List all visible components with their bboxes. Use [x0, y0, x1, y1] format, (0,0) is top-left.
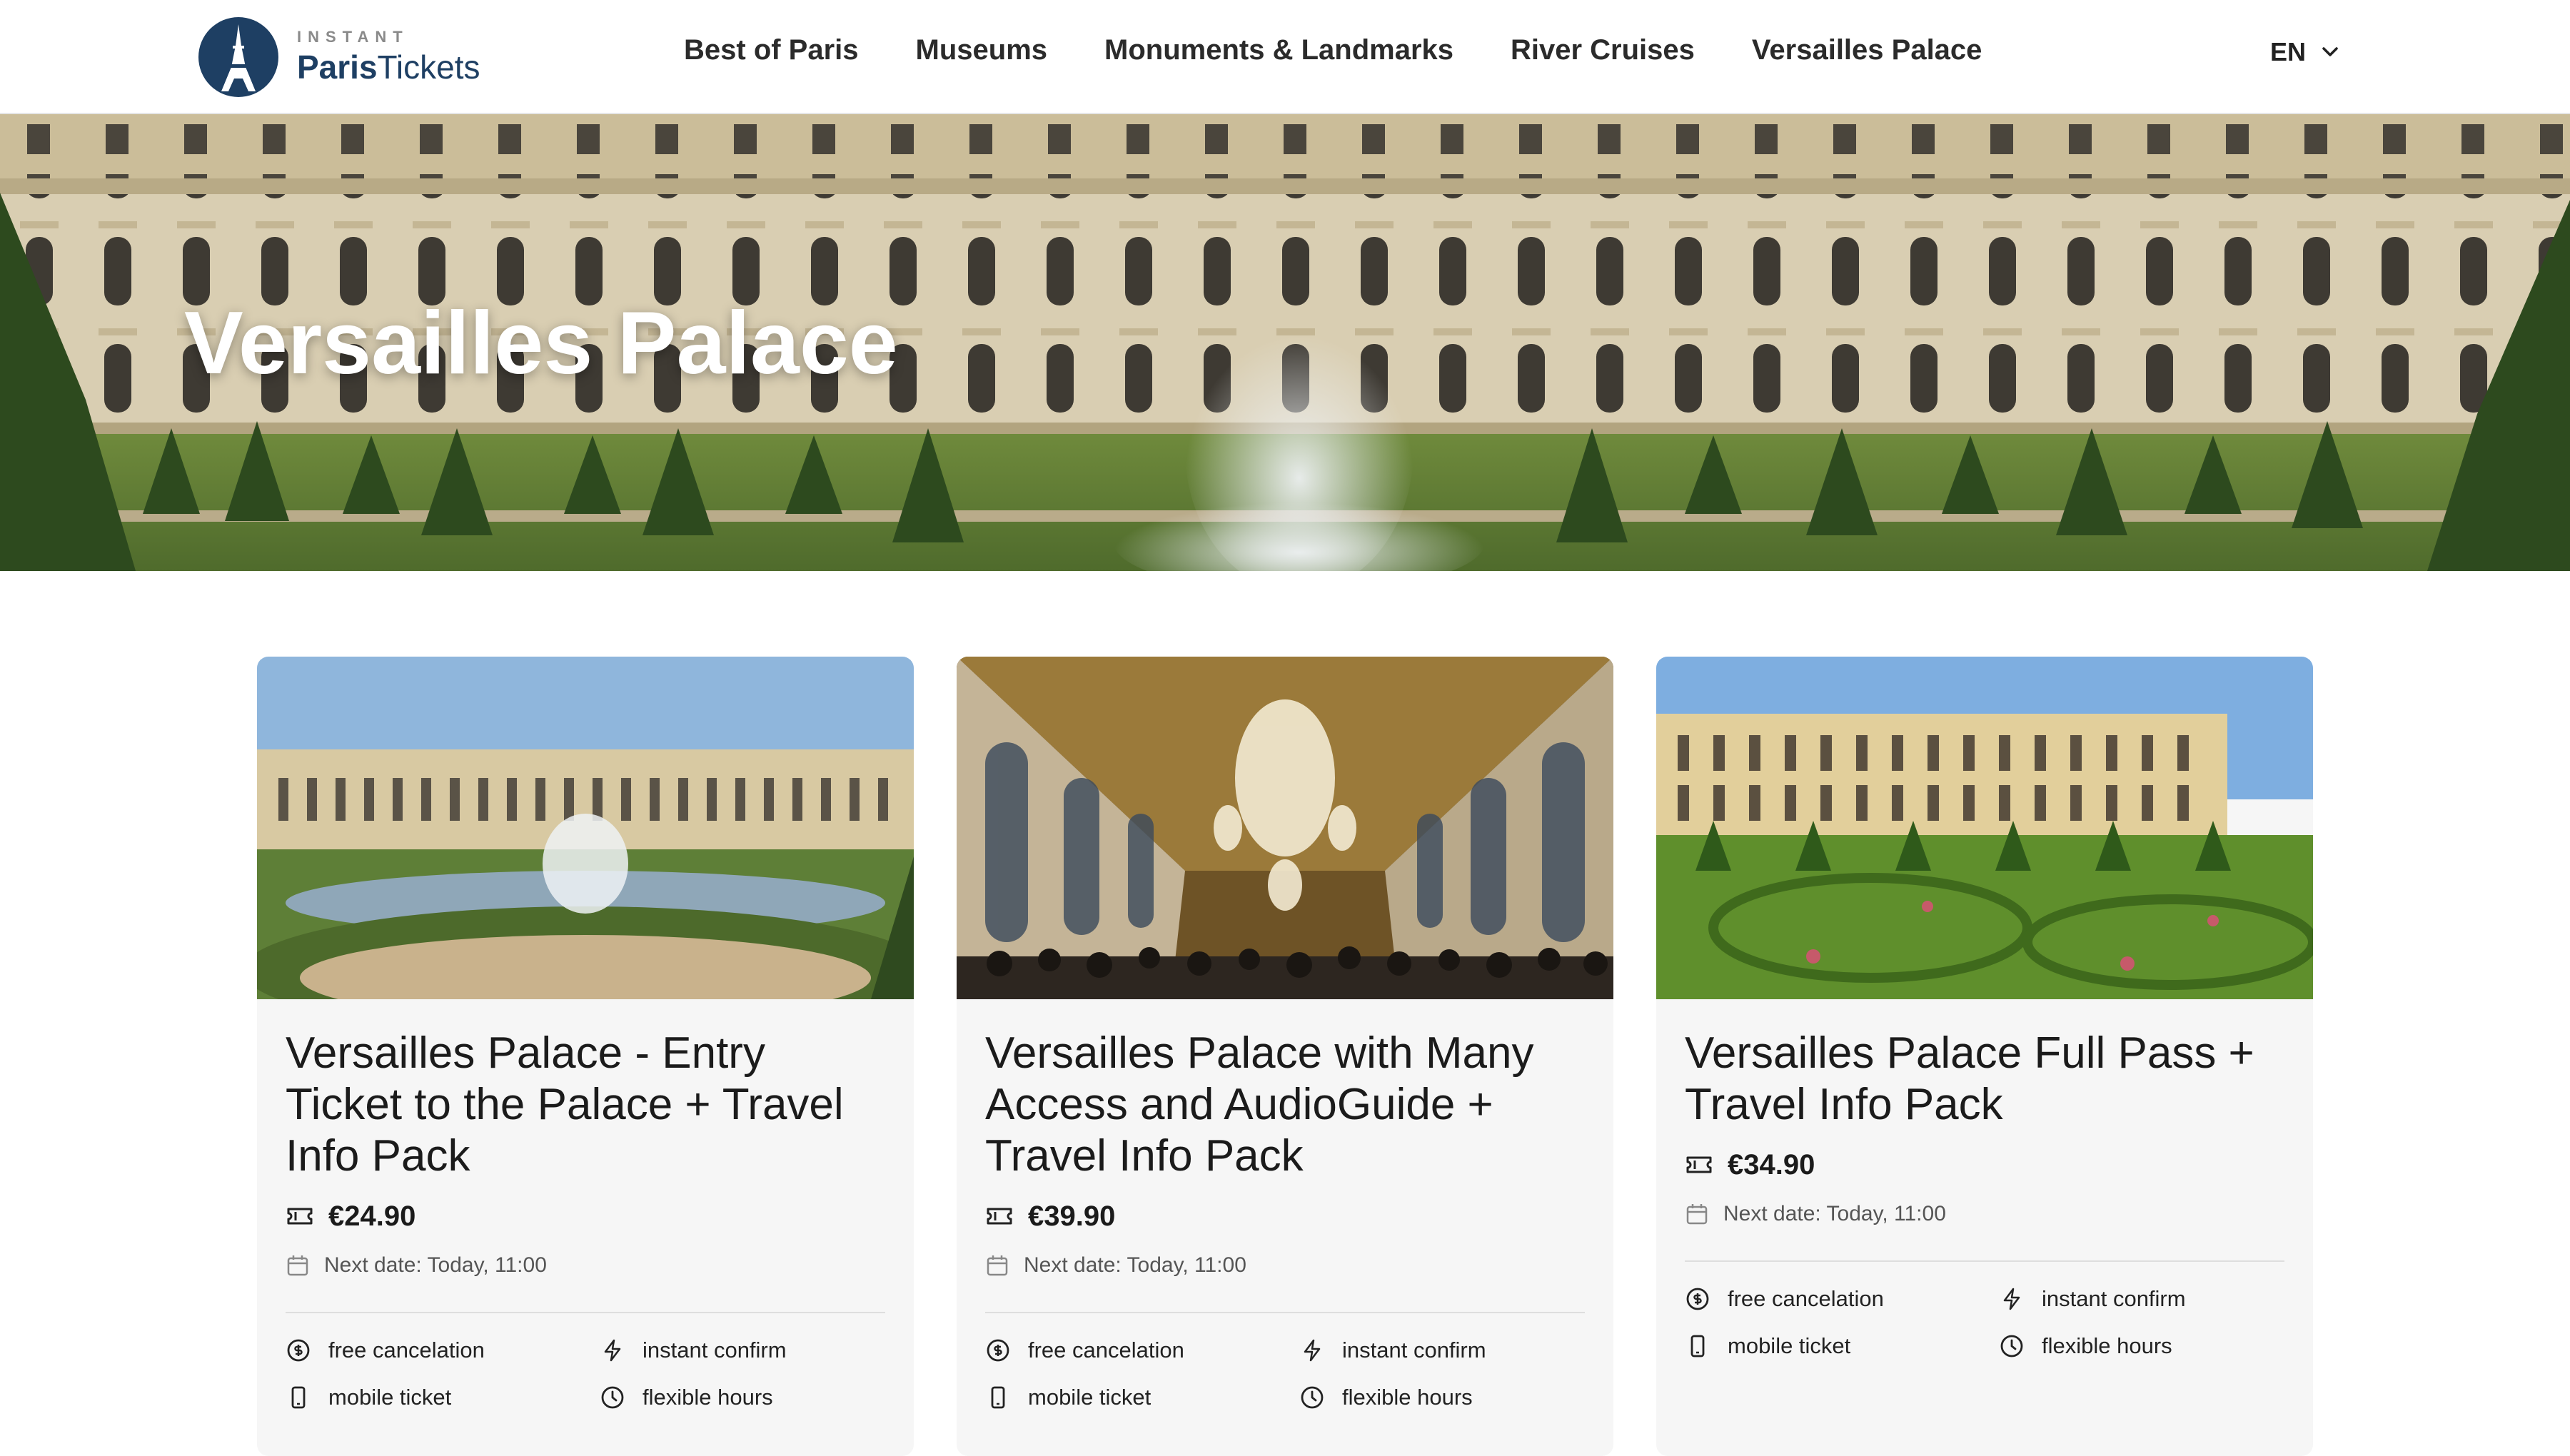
- feature-label: free cancelation: [1028, 1338, 1184, 1363]
- ticket-icon: [1685, 1151, 1713, 1179]
- feature-list: free cancelation instant confirm mobile …: [286, 1335, 885, 1413]
- main-nav: Best of Paris Museums Monuments & Landma…: [684, 34, 1982, 66]
- feature-label: flexible hours: [642, 1385, 773, 1410]
- feature-item: free cancelation: [1685, 1283, 1999, 1315]
- product-image[interactable]: [957, 657, 1613, 999]
- price-row: €39.90: [985, 1196, 1585, 1236]
- lightning-icon: [1299, 1338, 1325, 1363]
- feature-label: instant confirm: [642, 1338, 787, 1363]
- feature-label: free cancelation: [328, 1338, 485, 1363]
- feature-item: instant confirm: [600, 1335, 885, 1366]
- chevron-down-icon: [2320, 42, 2340, 62]
- site-logo[interactable]: INSTANT ParisTickets: [198, 16, 480, 98]
- product-title[interactable]: Versailles Palace with Many Access and A…: [985, 1028, 1585, 1182]
- feature-item: free cancelation: [286, 1335, 600, 1366]
- dollar-circle-icon: [286, 1338, 311, 1363]
- feature-item: free cancelation: [985, 1335, 1299, 1366]
- logo-tagline: INSTANT: [297, 28, 409, 46]
- logo-text: INSTANT ParisTickets: [297, 28, 480, 86]
- product-title[interactable]: Versailles Palace - Entry Ticket to the …: [286, 1028, 885, 1182]
- dollar-circle-icon: [985, 1338, 1011, 1363]
- feature-item: flexible hours: [600, 1382, 885, 1413]
- feature-label: instant confirm: [1342, 1338, 1486, 1363]
- dollar-circle-icon: [1685, 1286, 1710, 1312]
- feature-label: flexible hours: [2042, 1333, 2172, 1358]
- date-row: Next date: Today, 11:00: [1685, 1196, 2284, 1232]
- product-card[interactable]: Versailles Palace Full Pass + Travel Inf…: [1656, 657, 2313, 1456]
- nav-versailles-palace[interactable]: Versailles Palace: [1752, 34, 1982, 66]
- hero-title: Versailles Palace: [184, 294, 898, 393]
- calendar-icon: [985, 1253, 1009, 1278]
- logo-word-light: Tickets: [377, 49, 480, 86]
- lightning-icon: [600, 1338, 625, 1363]
- nav-river-cruises[interactable]: River Cruises: [1511, 34, 1695, 66]
- product-card[interactable]: Versailles Palace with Many Access and A…: [957, 657, 1613, 1456]
- logo-wordmark: ParisTickets: [297, 48, 480, 86]
- lightning-icon: [1999, 1286, 2025, 1312]
- product-price: €39.90: [1028, 1200, 1116, 1232]
- nav-museums[interactable]: Museums: [916, 34, 1048, 66]
- nav-best-of-paris[interactable]: Best of Paris: [684, 34, 859, 66]
- feature-item: instant confirm: [1299, 1335, 1585, 1366]
- date-row: Next date: Today, 11:00: [985, 1248, 1585, 1283]
- product-price: €24.90: [328, 1200, 416, 1232]
- product-card[interactable]: Versailles Palace - Entry Ticket to the …: [257, 657, 914, 1456]
- feature-item: instant confirm: [1999, 1283, 2284, 1315]
- phone-icon: [985, 1385, 1011, 1410]
- ticket-icon: [985, 1202, 1014, 1230]
- calendar-icon: [286, 1253, 310, 1278]
- card-body: Versailles Palace with Many Access and A…: [985, 1028, 1585, 1413]
- clock-icon: [1999, 1333, 2025, 1359]
- feature-label: mobile ticket: [1028, 1385, 1152, 1410]
- clock-icon: [600, 1385, 625, 1410]
- feature-list: free cancelation instant confirm mobile …: [1685, 1283, 2284, 1362]
- next-date: Next date: Today, 11:00: [1024, 1253, 1246, 1277]
- feature-label: instant confirm: [2042, 1286, 2186, 1311]
- phone-icon: [1685, 1333, 1710, 1359]
- feature-item: mobile ticket: [985, 1382, 1299, 1413]
- feature-item: mobile ticket: [1685, 1330, 1999, 1362]
- divider: [286, 1312, 885, 1313]
- next-date: Next date: Today, 11:00: [1723, 1202, 1946, 1225]
- next-date: Next date: Today, 11:00: [324, 1253, 547, 1277]
- product-image[interactable]: [1656, 657, 2313, 999]
- feature-label: free cancelation: [1728, 1286, 1884, 1311]
- card-body: Versailles Palace - Entry Ticket to the …: [286, 1028, 885, 1413]
- feature-item: flexible hours: [1299, 1382, 1585, 1413]
- feature-label: mobile ticket: [1728, 1333, 1851, 1358]
- nav-monuments-landmarks[interactable]: Monuments & Landmarks: [1104, 34, 1453, 66]
- language-selector[interactable]: EN: [2270, 37, 2340, 67]
- divider: [985, 1312, 1585, 1313]
- product-price: €34.90: [1728, 1148, 1815, 1181]
- site-header: INSTANT ParisTickets Best of Paris Museu…: [0, 0, 2570, 114]
- calendar-icon: [1685, 1202, 1709, 1226]
- price-row: €34.90: [1685, 1145, 2284, 1185]
- phone-icon: [286, 1385, 311, 1410]
- divider: [1685, 1260, 2284, 1262]
- product-image[interactable]: [257, 657, 914, 999]
- hero-banner: Versailles Palace: [0, 114, 2570, 571]
- product-title[interactable]: Versailles Palace Full Pass + Travel Inf…: [1685, 1028, 2284, 1131]
- date-row: Next date: Today, 11:00: [286, 1248, 885, 1283]
- feature-list: free cancelation instant confirm mobile …: [985, 1335, 1585, 1413]
- logo-word-bold: Paris: [297, 49, 378, 86]
- card-body: Versailles Palace Full Pass + Travel Inf…: [1685, 1028, 2284, 1362]
- feature-label: flexible hours: [1342, 1385, 1473, 1410]
- eiffel-tower-icon: [198, 17, 278, 97]
- clock-icon: [1299, 1385, 1325, 1410]
- feature-item: mobile ticket: [286, 1382, 600, 1413]
- ticket-icon: [286, 1202, 314, 1230]
- feature-item: flexible hours: [1999, 1330, 2284, 1362]
- language-label: EN: [2270, 37, 2307, 66]
- feature-label: mobile ticket: [328, 1385, 452, 1410]
- price-row: €24.90: [286, 1196, 885, 1236]
